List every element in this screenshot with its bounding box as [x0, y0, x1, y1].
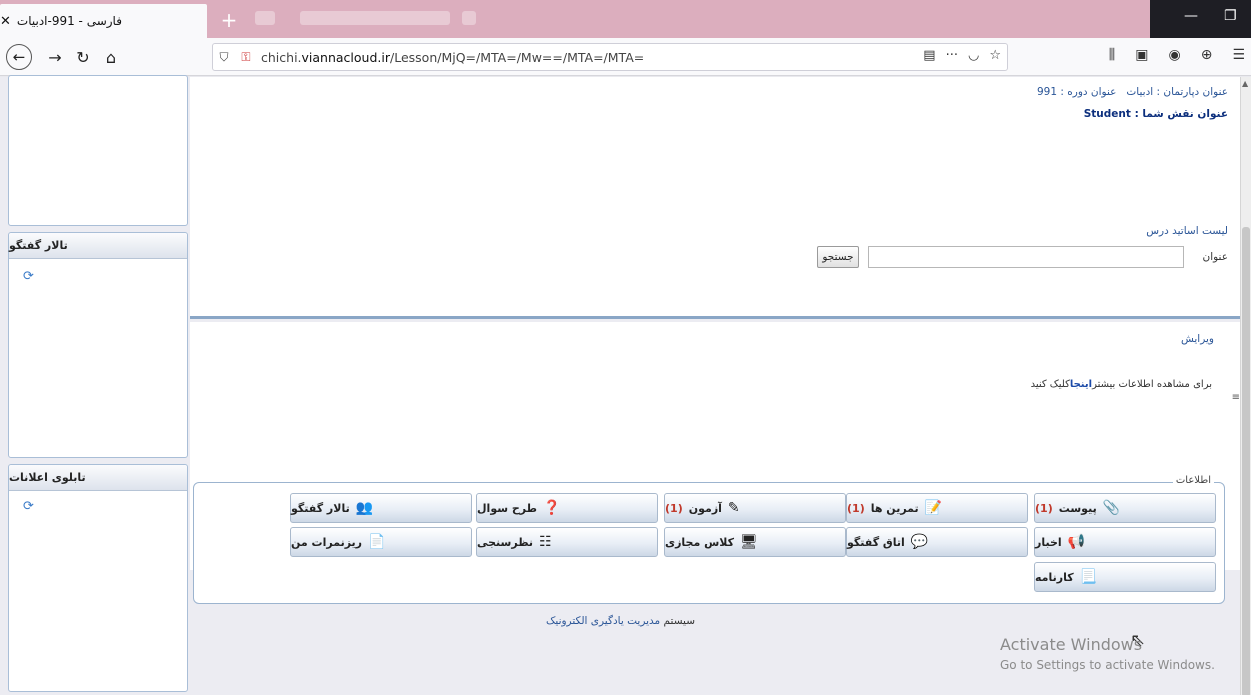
- users-icon: 👥: [355, 500, 374, 516]
- chat-room-button[interactable]: 💬 اتاق گفتگو: [846, 527, 1028, 557]
- scrollbar-thumb[interactable]: [1242, 227, 1250, 695]
- notepad-pencil-icon: 📝: [924, 500, 943, 516]
- more-info-link[interactable]: اینجا: [1070, 379, 1092, 390]
- forum-box-title: تالار گفتگو: [9, 233, 187, 259]
- tab-active[interactable]: فارسی - 991-ادبیات ✕: [0, 4, 207, 38]
- tab-blurred-1[interactable]: [255, 11, 275, 25]
- checklist-icon: ☷: [539, 534, 552, 550]
- shield-icon[interactable]: ⛉: [213, 50, 235, 65]
- tab-blurred-2[interactable]: [300, 11, 450, 25]
- search-input[interactable]: [868, 246, 1184, 268]
- browser-toolbar: ← → ↻ ⌂ ⛉ ⚿ chichi.viannacloud.ir/Lesson…: [0, 38, 1251, 76]
- scroll-up-icon[interactable]: ▲: [1242, 79, 1248, 88]
- info-menu-legend: اطلاعات: [1172, 475, 1214, 486]
- my-grades-button[interactable]: 📄 ریزنمرات من: [290, 527, 472, 557]
- edit-link[interactable]: ویرایش: [1181, 333, 1214, 345]
- restore-icon[interactable]: ❐: [1224, 8, 1237, 24]
- activate-windows-watermark: Activate Windows Go to Settings to activ…: [1000, 635, 1215, 672]
- chat-bubble-icon: 💬: [910, 534, 929, 550]
- main-content: عنوان دپارتمان : ادبیات عنوان دوره : 991…: [190, 77, 1240, 695]
- address-bar[interactable]: ⛉ ⚿ chichi.viannacloud.ir/Lesson/MjQ=/MT…: [212, 43, 1008, 71]
- minimize-icon[interactable]: —: [1184, 8, 1198, 24]
- tab-close-icon[interactable]: ✕: [0, 14, 11, 29]
- toolbar-right: ⫼ ▣ ◉ ⊕ ☰: [1109, 47, 1245, 63]
- sidebar-icon[interactable]: ▣: [1135, 47, 1148, 63]
- search-label: عنوان: [1202, 251, 1229, 263]
- new-tab-icon[interactable]: +: [214, 6, 244, 34]
- classroom-screen-icon: 🖥: [740, 534, 758, 550]
- role-info: عنوان نقش شما : Student: [1083, 108, 1228, 120]
- menu-icon[interactable]: ☰: [1232, 47, 1245, 63]
- page-viewport: تالار گفتگو ⟳ تابلوی اعلانات ⟳ عنوان دپا…: [0, 75, 1251, 695]
- exercises-button[interactable]: 📝 تمرین ها (1): [846, 493, 1028, 523]
- info-menu: اطلاعات 📎 پیوست (1) 📝 تمرین ها (1) ✎ آزم…: [193, 475, 1225, 604]
- grade-sheet-icon: 📄: [368, 534, 386, 550]
- back-icon[interactable]: ←: [6, 44, 32, 70]
- course-panel: عنوان دپارتمان : ادبیات عنوان دوره : 991…: [190, 77, 1240, 319]
- survey-button[interactable]: ☷ نظرسنجی: [476, 527, 658, 557]
- bookmark-star-icon[interactable]: ☆: [989, 48, 1001, 63]
- window-controls: — ❐: [1150, 0, 1251, 38]
- report-card-button[interactable]: 📃 کارنامه: [1034, 562, 1216, 592]
- footer-link[interactable]: مدیریت یادگیری الکترونیک: [546, 615, 660, 627]
- search-button[interactable]: جستجو: [817, 246, 859, 268]
- tab-title: فارسی - 991-ادبیات: [16, 14, 122, 28]
- refresh-icon[interactable]: ⟳: [23, 499, 34, 514]
- more-icon[interactable]: ···: [946, 48, 958, 63]
- forum-button[interactable]: 👥 تالار گفتگو: [290, 493, 472, 523]
- course-info: عنوان دپارتمان : ادبیات عنوان دوره : 991: [1037, 86, 1228, 98]
- teachers-list-title: لیست اساتید درس: [1146, 225, 1228, 237]
- refresh-icon[interactable]: ⟳: [23, 269, 34, 284]
- tab-blurred-3[interactable]: [462, 11, 476, 25]
- news-button[interactable]: 📢 اخبار: [1034, 527, 1216, 557]
- left-column: تالار گفتگو ⟳ تابلوی اعلانات ⟳: [0, 75, 190, 695]
- more-info-text: برای مشاهده اطلاعات بیشتراینجاکلیک کنید: [1030, 379, 1212, 390]
- account-icon[interactable]: ◉: [1168, 47, 1180, 63]
- announcement-box: تابلوی اعلانات ⟳: [8, 464, 188, 692]
- paperclip-icon: 📎: [1102, 500, 1121, 516]
- footer-text: سیستم مدیریت یادگیری الکترونیک: [546, 615, 696, 627]
- insecure-lock-icon[interactable]: ⚿: [235, 50, 257, 65]
- url-text[interactable]: chichi.viannacloud.ir/Lesson/MjQ=/MTA=/M…: [261, 50, 644, 65]
- reader-icon[interactable]: ▤: [923, 48, 935, 63]
- tab-bar: فارسی - 991-ادبیات ✕ + — ❐: [0, 0, 1251, 38]
- report-card-icon: 📃: [1079, 569, 1098, 585]
- left-box-top: [8, 75, 188, 226]
- pencil-ruler-icon: ✎: [727, 500, 740, 516]
- reload-icon[interactable]: ↻: [70, 44, 96, 70]
- announcement-box-title: تابلوی اعلانات: [9, 465, 187, 491]
- library-icon[interactable]: ⫼: [1109, 47, 1115, 63]
- url-actions: ▤ ··· ◡ ☆: [923, 48, 1001, 63]
- home-icon[interactable]: ⌂: [98, 44, 124, 70]
- pocket-icon[interactable]: ◡: [968, 48, 979, 63]
- question-design-button[interactable]: ❓ طرح سوال: [476, 493, 658, 523]
- exam-button[interactable]: ✎ آزمون (1): [664, 493, 846, 523]
- extension-icon[interactable]: ⊕: [1201, 47, 1213, 63]
- attachment-button[interactable]: 📎 پیوست (1): [1034, 493, 1216, 523]
- scroll-marker-icon: ≡: [1231, 392, 1240, 403]
- virtual-class-button[interactable]: 🖥 کلاس مجازی: [664, 527, 846, 557]
- forum-box: تالار گفتگو ⟳: [8, 232, 188, 458]
- question-clipboard-icon: ❓: [543, 500, 561, 516]
- megaphone-icon: 📢: [1067, 534, 1086, 550]
- forward-icon[interactable]: →: [42, 44, 68, 70]
- page-scrollbar[interactable]: ▲: [1240, 77, 1251, 695]
